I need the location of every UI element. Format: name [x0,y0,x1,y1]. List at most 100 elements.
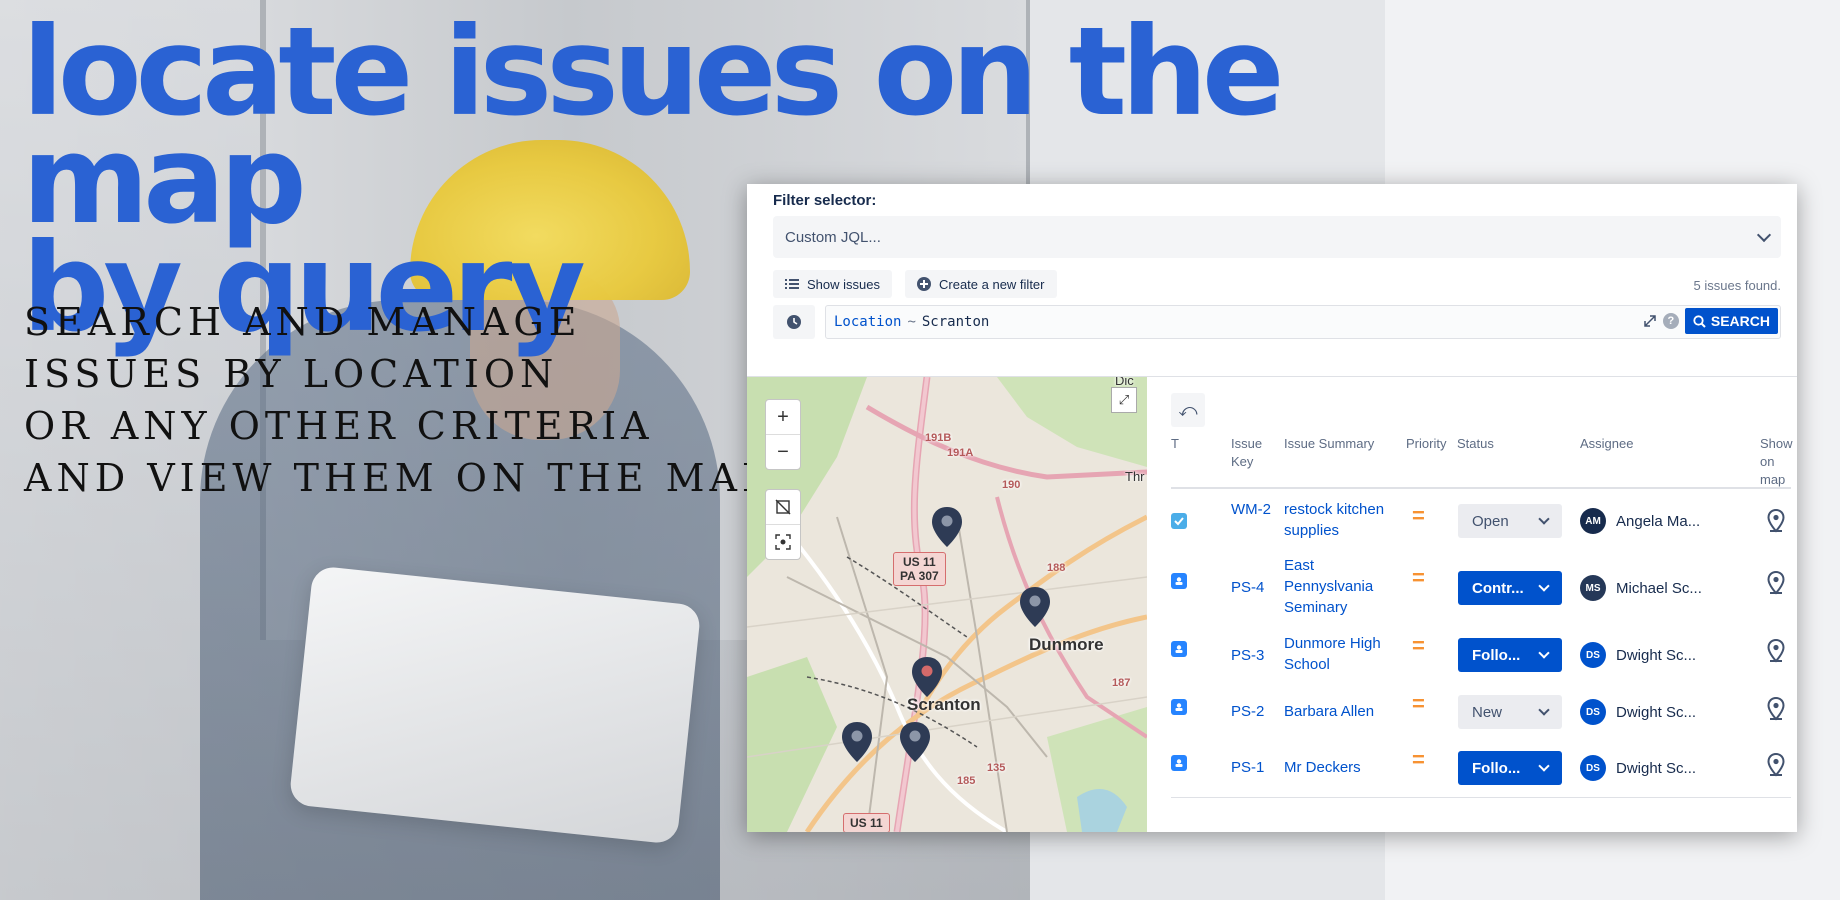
avatar: DS [1580,699,1606,725]
issue-key-link[interactable]: WM-2 [1231,499,1271,520]
status-dropdown[interactable]: Follo... [1458,751,1562,785]
map-label-road-188: 188 [1047,562,1066,574]
priority-medium-icon: = [1412,503,1425,528]
table-row[interactable]: PS-4 East Pennyslvania Seminary = Contr.… [1171,553,1791,623]
status-dropdown[interactable]: New [1458,695,1562,729]
map-fullscreen-button[interactable]: ⤢ [1111,387,1137,413]
show-on-map-icon[interactable] [1767,571,1785,595]
map-label-road-191b: 191B [925,432,952,444]
assignee-name: Angela Ma... [1616,512,1701,530]
map-pin-icon[interactable] [842,722,872,762]
header-divider [1171,487,1791,489]
issue-key-link[interactable]: PS-3 [1231,645,1264,666]
issue-summary-link[interactable]: Mr Deckers [1284,757,1394,778]
task-type-icon [1171,513,1187,529]
chevron-down-icon [1538,760,1550,772]
filter-selector-value: Custom JQL... [785,228,881,246]
map-zoom-control: + − [765,399,801,470]
fit-bounds-button[interactable] [766,524,800,559]
table-row[interactable]: PS-1 Mr Deckers = Follo... DS Dwight Sc..… [1171,741,1791,795]
status-label: Follo... [1472,646,1521,664]
status-label: Contr... [1472,579,1524,597]
header-issue-key: Issue Key [1231,436,1263,469]
issue-summary-link[interactable]: Dunmore High School [1284,633,1394,675]
header-issue-summary: Issue Summary [1284,436,1375,451]
table-row[interactable]: PS-3 Dunmore High School = Follo... DS Dw… [1171,627,1791,683]
show-on-map-icon[interactable] [1767,753,1785,777]
status-dropdown[interactable]: Follo... [1458,638,1562,672]
header-priority: Priority [1406,436,1447,451]
chevron-down-icon [1538,647,1550,659]
issue-summary-link[interactable]: Barbara Allen [1284,701,1394,722]
jql-operator: ~ [907,314,916,330]
avatar: AM [1580,508,1606,534]
table-row[interactable]: PS-2 Barbara Allen = New DS Dwight Sc... [1171,685,1791,739]
undo-button[interactable]: ⤺ [1171,393,1205,427]
shield-line-2: PA 307 [900,569,939,583]
status-label: New [1472,703,1503,721]
status-label: Open [1472,512,1509,530]
status-dropdown[interactable]: Contr... [1458,571,1562,605]
help-icon[interactable]: ? [1662,313,1679,329]
issue-summary-link[interactable]: restock kitchen supplies [1284,499,1394,541]
subhead-line-3: OR ANY OTHER CRITERIA [24,404,654,448]
filter-selector-dropdown[interactable]: Custom JQL... [773,216,1781,258]
show-on-map-icon[interactable] [1767,697,1785,721]
header-show-on-map: Show on map [1760,436,1793,487]
jql-field: Location [834,314,902,330]
map-label-thr: Thr [1125,469,1145,484]
show-issues-button[interactable]: Show issues [773,270,892,298]
list-icon [785,279,799,289]
zoom-in-button[interactable]: + [766,400,800,434]
map-view[interactable]: Dunmore Scranton 190 188 187 135 185 191… [747,377,1147,832]
map-label-road-185: 185 [957,775,976,787]
search-button-label: SEARCH [1710,313,1770,329]
show-issues-label: Show issues [807,276,880,292]
chevron-down-icon [1538,704,1550,716]
map-pin-icon[interactable] [900,722,930,762]
expand-icon[interactable] [1643,314,1657,328]
map-pin-icon[interactable] [912,657,942,697]
avatar: DS [1580,642,1606,668]
zoom-out-button[interactable]: − [766,434,800,469]
map-label-road-187: 187 [1112,677,1131,689]
issue-summary-link[interactable]: East Pennyslvania Seminary [1284,555,1394,618]
map-label-dunmore: Dunmore [1029,635,1104,654]
issue-key-link[interactable]: PS-2 [1231,701,1264,722]
location-type-icon [1171,699,1187,715]
layer-off-icon [775,499,791,515]
map-pin-icon[interactable] [1020,587,1050,627]
hide-layer-button[interactable] [766,490,800,524]
location-type-icon [1171,755,1187,771]
subhead-line-2: ISSUES BY LOCATION [24,352,559,396]
priority-medium-icon: = [1412,565,1425,590]
show-on-map-icon[interactable] [1767,639,1785,663]
assignee-name: Dwight Sc... [1616,703,1697,721]
jql-tools: ? SEARCH [1643,308,1778,334]
priority-medium-icon: = [1412,747,1425,772]
shield-line-1: US 11 [903,555,936,569]
chevron-down-icon [1756,227,1772,243]
map-pin-icon[interactable] [932,507,962,547]
assignee-name: Dwight Sc... [1616,759,1697,777]
table-row[interactable]: WM-2 restock kitchen supplies = Open AM A… [1171,493,1791,549]
assignee-name: Michael Sc... [1616,579,1702,597]
history-button[interactable] [773,305,815,339]
subheadline: SEARCH AND MANAGE ISSUES BY LOCATION OR … [24,296,772,504]
show-on-map-icon[interactable] [1767,509,1785,533]
map-tiles [747,377,1147,832]
status-dropdown[interactable]: Open [1458,504,1562,538]
search-button[interactable]: SEARCH [1684,308,1778,334]
map-label-scranton: Scranton [907,695,981,714]
avatar: DS [1580,755,1606,781]
create-filter-button[interactable]: Create a new filter [905,270,1057,298]
laptop [288,565,702,845]
highway-shield-us11: US 11 [843,813,890,832]
jql-input[interactable]: Location ~ Scranton ? SEARCH [825,305,1781,339]
chevron-down-icon [1538,513,1550,525]
issue-key-link[interactable]: PS-4 [1231,577,1264,598]
highway-shield-us11-pa307: US 11 PA 307 [893,552,946,586]
table-bottom-divider [1171,797,1791,798]
focus-icon [775,534,791,550]
issue-key-link[interactable]: PS-1 [1231,757,1264,778]
